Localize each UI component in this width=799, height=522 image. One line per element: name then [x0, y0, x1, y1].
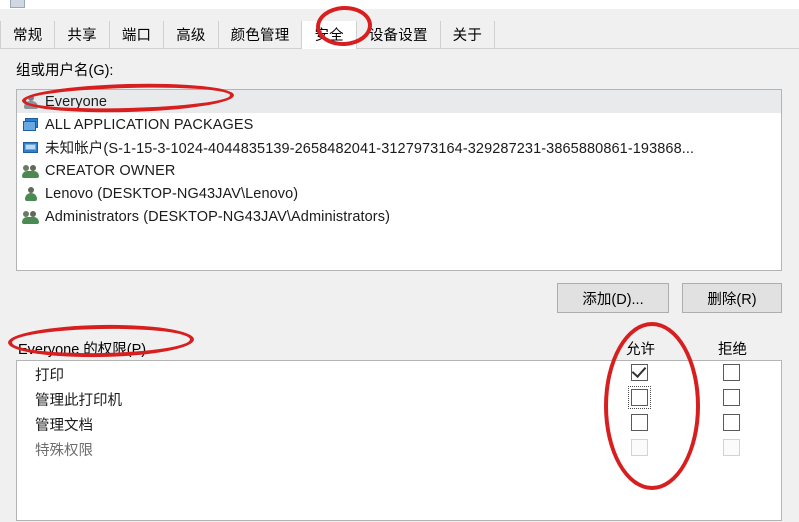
list-item-creator-owner[interactable]: CREATOR OWNER [17, 159, 781, 182]
permissions-for-everyone-label: Everyone 的权限(P) [18, 342, 147, 358]
packages-icon [23, 117, 39, 133]
allow-checkbox-print[interactable] [631, 362, 648, 381]
monitor-icon [23, 140, 39, 156]
permission-label: 管理此打印机 [35, 393, 122, 409]
tab-sharing[interactable]: 共享 [55, 21, 110, 48]
tab-color-management[interactable]: 颜色管理 [218, 21, 303, 48]
permission-label: 打印 [35, 368, 64, 384]
deny-checkbox-manage-documents[interactable] [723, 414, 740, 431]
printer-icon [10, 0, 25, 8]
permission-label: 特殊权限 [35, 443, 93, 459]
tab-advanced[interactable]: 高级 [164, 21, 219, 48]
allow-checkbox-manage-printer[interactable] [631, 389, 648, 406]
group-icon [22, 209, 39, 225]
tab-security[interactable]: 安全 [302, 21, 357, 49]
properties-dialog: 常规 共享 端口 高级 颜色管理 安全 设备设置 关于 组或用户名(G): Ev… [0, 9, 799, 522]
permission-row-manage-documents: 管理文档 [17, 411, 781, 436]
deny-checkbox-manage-printer[interactable] [723, 389, 740, 406]
permissions-listbox: 打印 管理此打印机 管理文档 特殊权限 [16, 360, 782, 521]
list-item-everyone[interactable]: Everyone [17, 90, 781, 113]
permission-label: 管理文档 [35, 418, 93, 434]
list-item-label: 未知帐户(S-1-15-3-1024-4044835139-2658482041… [45, 141, 695, 157]
list-item-unknown-account[interactable]: 未知帐户(S-1-15-3-1024-4044835139-2658482041… [17, 136, 781, 159]
tab-list: 常规 共享 端口 高级 颜色管理 安全 设备设置 关于 [0, 21, 496, 49]
list-item-label: Lenovo (DESKTOP-NG43JAV\Lenovo) [45, 185, 299, 202]
allow-checkbox-manage-documents[interactable] [631, 414, 648, 431]
permission-row-manage-printer: 管理此打印机 [17, 386, 781, 411]
user-grey-icon [23, 94, 39, 110]
allow-checkbox-special-permissions [631, 439, 648, 456]
tab-about[interactable]: 关于 [440, 21, 496, 48]
tab-device-settings[interactable]: 设备设置 [356, 21, 441, 48]
list-item-administrators[interactable]: Administrators (DESKTOP-NG43JAV\Administ… [17, 205, 781, 228]
column-header-deny: 拒绝 [718, 342, 747, 358]
tab-ports[interactable]: 端口 [109, 21, 165, 48]
permission-row-special-permissions: 特殊权限 [17, 436, 781, 461]
permission-row-print: 打印 [17, 361, 781, 386]
deny-checkbox-print[interactable] [723, 364, 740, 381]
list-item-lenovo[interactable]: Lenovo (DESKTOP-NG43JAV\Lenovo) [17, 182, 781, 205]
list-item-label: Everyone [45, 93, 108, 110]
list-item-all-application-packages[interactable]: ALL APPLICATION PACKAGES [17, 113, 781, 136]
list-item-label: CREATOR OWNER [45, 162, 176, 179]
deny-checkbox-special-permissions [723, 439, 740, 456]
column-header-allow: 允许 [626, 342, 655, 358]
add-button[interactable]: 添加(D)... [557, 283, 669, 313]
list-item-label: ALL APPLICATION PACKAGES [45, 116, 254, 133]
check-icon [631, 362, 647, 379]
tab-strip: 常规 共享 端口 高级 颜色管理 安全 设备设置 关于 [0, 21, 799, 49]
group-icon [22, 163, 39, 179]
group-or-user-names-label: 组或用户名(G): [16, 63, 114, 79]
group-or-user-names-listbox[interactable]: Everyone ALL APPLICATION PACKAGES 未知帐户(S… [16, 89, 782, 271]
user-icon [23, 186, 39, 202]
remove-button[interactable]: 删除(R) [682, 283, 782, 313]
tab-general[interactable]: 常规 [0, 21, 56, 48]
screenshot-root: 常规 共享 端口 高级 颜色管理 安全 设备设置 关于 组或用户名(G): Ev… [0, 0, 799, 522]
list-item-label: Administrators (DESKTOP-NG43JAV\Administ… [45, 208, 390, 225]
